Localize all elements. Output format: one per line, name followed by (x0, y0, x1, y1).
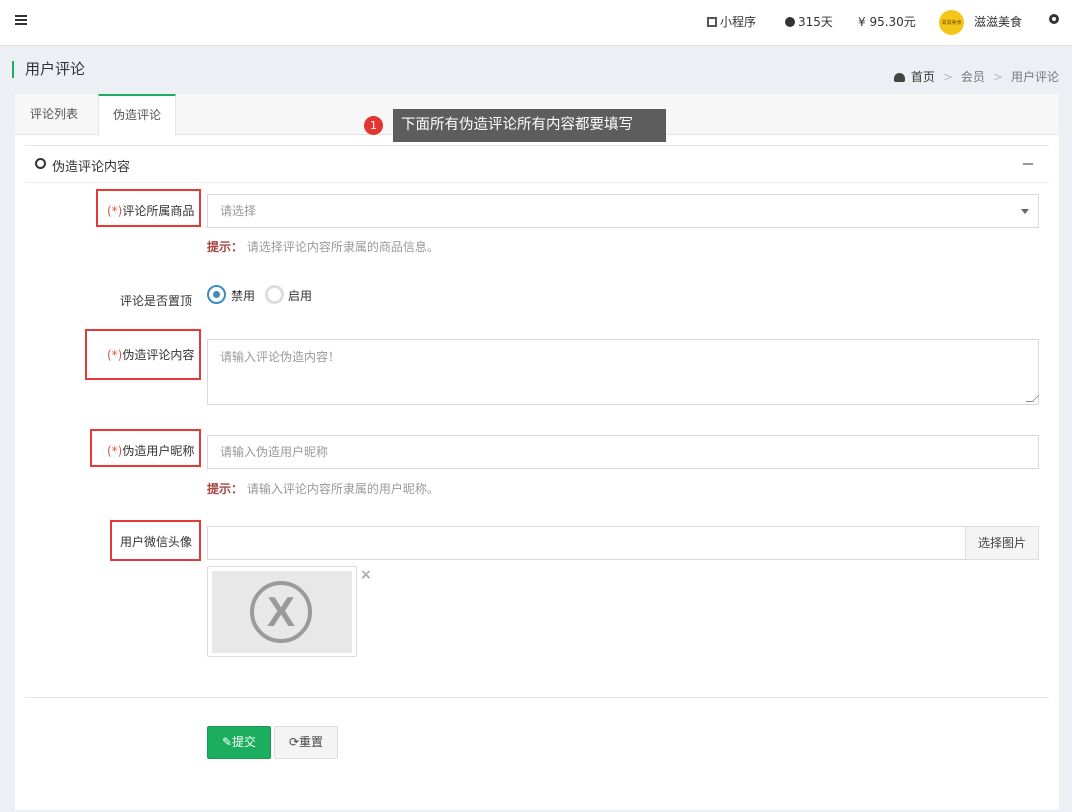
content-label: (*)伪造评论内容 (107, 348, 195, 362)
store-avatar[interactable]: 滋滋美食 (939, 10, 964, 35)
breadcrumb: 首页 > 会员 > 用户评论 (893, 68, 1059, 85)
product-hint: 提示： 请选择评论内容所隶属的商品信息。 (207, 240, 439, 254)
tab-comment-list[interactable]: 评论列表 (15, 94, 93, 135)
section-header: 伪造评论内容 (25, 145, 1049, 183)
page-title: 用户评论 (12, 61, 85, 78)
nickname-hint: 提示： 请输入评论内容所隶属的用户昵称。 (207, 482, 439, 496)
days-remaining[interactable]: 315天 (785, 13, 833, 30)
collapse-icon[interactable] (1023, 163, 1033, 165)
dashboard-icon (893, 73, 905, 82)
submit-button[interactable]: ✎提交 (207, 726, 271, 759)
account-balance[interactable]: ¥ 95.30元 (858, 13, 916, 30)
annotation-tooltip: 下面所有伪造评论所有内容都要填写 (393, 109, 666, 142)
chevron-down-icon (1021, 209, 1029, 214)
resize-handle[interactable] (1025, 395, 1040, 402)
circle-icon (35, 158, 46, 169)
select-image-button[interactable]: 选择图片 (965, 526, 1039, 560)
breadcrumb-home[interactable]: 首页 (911, 70, 935, 84)
pin-radio-disable[interactable] (207, 285, 226, 304)
badge-icon (785, 17, 795, 27)
store-name[interactable]: 滋滋美食 (974, 13, 1022, 30)
section-title: 伪造评论内容 (52, 160, 131, 175)
pin-label: 评论是否置顶 (120, 294, 193, 308)
avatar-thumbnail: X (207, 566, 357, 657)
top-navbar: 小程序 315天 ¥ 95.30元 滋滋美食 滋滋美食 (0, 0, 1072, 46)
gear-icon[interactable] (1049, 14, 1059, 24)
nickname-label: (*)伪造用户昵称 (107, 444, 195, 458)
pin-radio-enable[interactable] (265, 285, 284, 304)
pin-option-disable[interactable]: 禁用 (231, 287, 255, 304)
pencil-icon: ✎ (221, 735, 233, 749)
avatar-url-input[interactable] (207, 526, 966, 560)
content-textarea[interactable]: 请输入评论伪造内容！ (207, 339, 1040, 405)
remove-image-icon[interactable]: × (360, 567, 372, 583)
product-label: (*)评论所属商品 (107, 204, 195, 218)
refresh-icon: ⟳ (288, 735, 300, 749)
qrcode-icon (707, 17, 717, 27)
product-select[interactable]: 请选择 (207, 194, 1039, 228)
tab-fake-comment[interactable]: 伪造评论 (98, 94, 176, 136)
breadcrumb-current: 用户评论 (1010, 70, 1059, 84)
breadcrumb-member[interactable]: 会员 (961, 70, 985, 84)
pin-option-enable[interactable]: 启用 (288, 287, 312, 304)
menu-toggle-icon[interactable] (15, 15, 27, 25)
annotation-badge: 1 (364, 116, 383, 135)
form-divider (25, 697, 1049, 698)
broken-image-icon: X (250, 581, 312, 643)
nickname-input[interactable]: 请输入伪造用户昵称 (207, 435, 1039, 469)
mini-program-link[interactable]: 小程序 (707, 13, 756, 30)
avatar-label: 用户微信头像 (120, 535, 193, 549)
reset-button[interactable]: ⟳重置 (274, 726, 338, 759)
